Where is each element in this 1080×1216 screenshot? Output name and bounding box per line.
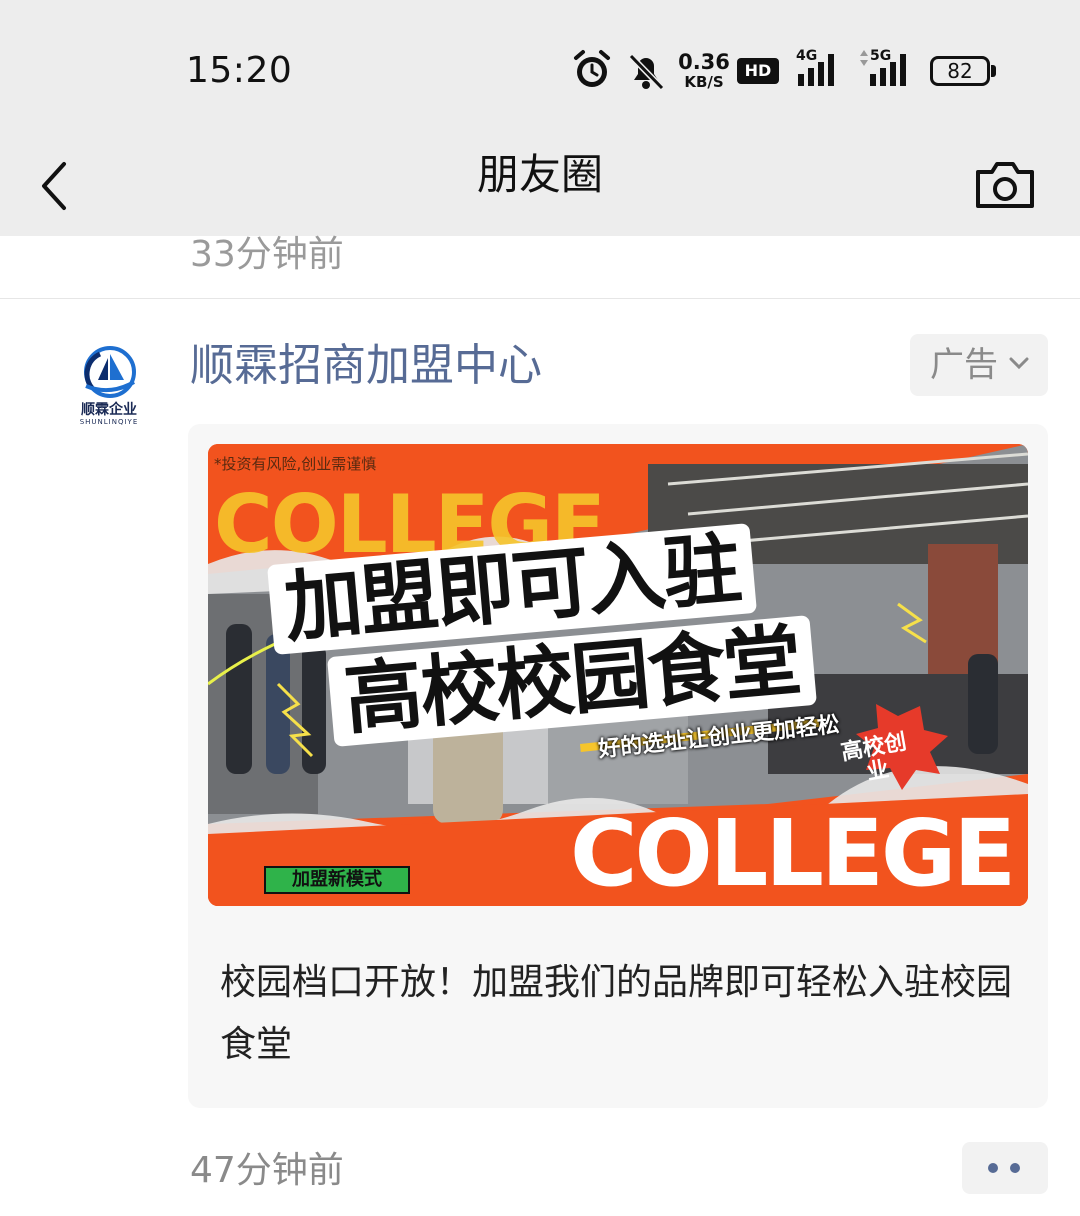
ad-image[interactable]: *投资有风险,创业需谨慎 COLLEGE 加盟即可入驻 高校校园食堂 好的选址让… <box>208 444 1028 906</box>
battery-icon: 82 <box>930 56 990 86</box>
camera-button[interactable] <box>970 146 1040 220</box>
page-title: 朋友圈 <box>476 150 603 199</box>
ad-description: 校园档口开放！加盟我们的品牌即可轻松入驻校园食堂 <box>220 962 1013 1065</box>
post-time: 47分钟前 <box>190 1150 344 1191</box>
chevron-down-icon <box>1009 357 1029 370</box>
avatar-text: 顺霖企业 <box>81 402 137 418</box>
nav-bar: 朋友圈 <box>0 130 1080 236</box>
ad-new-mode-tag: 加盟新模式 <box>264 866 410 894</box>
wechat-moments-screen: 15:20 0.36 KB/S HD 4G 5G 82 朋友圈 33分钟前 顺霖… <box>0 0 1080 1216</box>
ad-badge-button[interactable]: 广告 <box>910 334 1048 396</box>
alarm-icon <box>572 48 612 96</box>
avatar-subtext: SHUNLINQIYE <box>79 418 139 426</box>
hd-badge: HD <box>737 58 779 84</box>
poster-name[interactable]: 顺霖招商加盟中心 <box>190 338 542 394</box>
status-bar: 15:20 0.36 KB/S HD 4G 5G 82 <box>0 0 1080 130</box>
status-time: 15:20 <box>186 50 293 91</box>
ad-disclaimer: *投资有风险,创业需谨慎 <box>214 455 377 473</box>
more-dot-icon <box>1010 1163 1020 1173</box>
camera-icon <box>976 162 1034 208</box>
net-speed-unit: KB/S <box>684 73 724 91</box>
mute-icon <box>626 48 666 96</box>
post-divider <box>0 298 1080 299</box>
sailboat-logo-icon <box>84 346 136 398</box>
ad-label: 广告 <box>930 345 998 385</box>
ad-college-bottom-text: COLLEGE <box>570 800 1016 906</box>
net-speed-value: 0.36 <box>678 50 730 74</box>
previous-post-time: 33分钟前 <box>190 234 344 275</box>
more-actions-button[interactable] <box>962 1142 1048 1194</box>
more-dot-icon <box>988 1163 998 1173</box>
ad-card[interactable]: *投资有风险,创业需谨慎 COLLEGE 加盟即可入驻 高校校园食堂 好的选址让… <box>188 424 1048 1108</box>
net-speed: 0.36 KB/S <box>676 52 732 90</box>
battery-tip <box>991 65 996 77</box>
